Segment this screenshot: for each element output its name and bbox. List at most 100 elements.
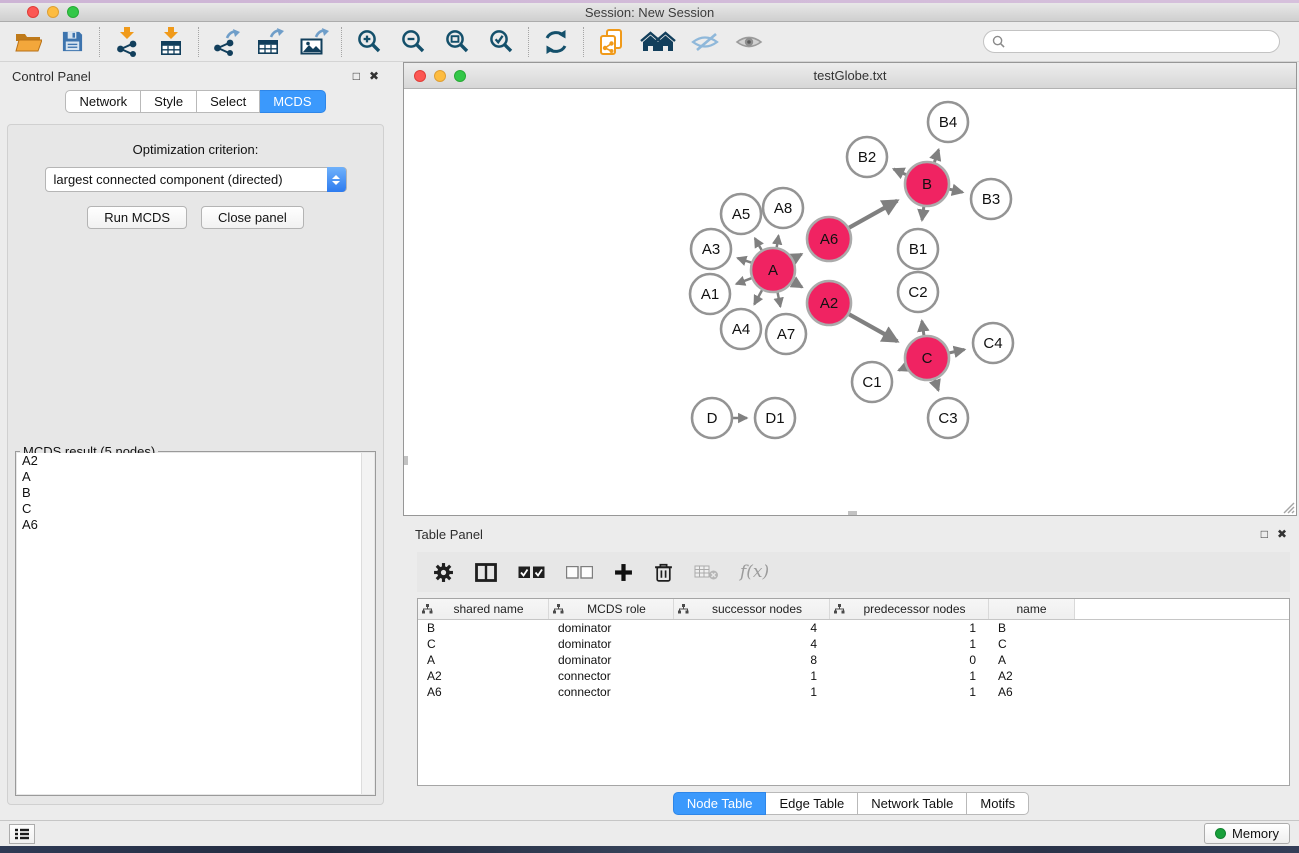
run-mcds-button[interactable]: Run MCDS (87, 206, 187, 229)
home-button[interactable] (637, 25, 679, 59)
graph-node-A4[interactable]: A4 (721, 309, 761, 349)
graph-node-C[interactable]: C (905, 336, 949, 380)
table-row[interactable]: Bdominator41B (418, 620, 1289, 636)
table-cell[interactable]: 1 (830, 637, 989, 651)
export-network-button[interactable] (208, 25, 244, 59)
zoom-selected-button[interactable] (483, 25, 519, 59)
criterion-dropdown[interactable]: largest connected component (directed) (45, 167, 347, 192)
mcds-result-item[interactable]: A2 (17, 453, 374, 469)
column-header-shared-name[interactable]: shared name (418, 599, 549, 619)
mcds-result-item[interactable]: A6 (17, 517, 374, 533)
graph-node-C2[interactable]: C2 (898, 272, 938, 312)
graph-edge-C-C4[interactable] (949, 350, 964, 353)
zoom-window-button[interactable] (67, 6, 79, 18)
tab-network[interactable]: Network (65, 90, 141, 113)
clone-network-button[interactable] (593, 25, 629, 59)
graph-edge-C-C1[interactable] (899, 367, 906, 370)
tab-mcds[interactable]: MCDS (260, 90, 325, 113)
graph-edge-B-B3[interactable] (949, 189, 962, 192)
memory-button[interactable]: Memory (1204, 823, 1290, 844)
show-task-history-button[interactable] (9, 824, 35, 844)
zoom-network-button[interactable] (454, 70, 466, 82)
mcds-result-item[interactable]: A (17, 469, 374, 485)
zoom-in-button[interactable] (351, 25, 387, 59)
graph-edge-A-A1[interactable] (736, 278, 751, 284)
graph-edge-A-A6[interactable] (793, 254, 802, 259)
resize-grip[interactable] (1282, 501, 1295, 514)
minimize-network-button[interactable] (434, 70, 446, 82)
column-header-predecessor-nodes[interactable]: predecessor nodes (830, 599, 989, 619)
table-cell[interactable]: C (418, 637, 549, 651)
result-scrollbar[interactable] (361, 453, 374, 794)
table-cell[interactable]: 1 (674, 685, 830, 699)
table-row[interactable]: A2connector11A2 (418, 668, 1289, 684)
graph-edge-C-C2[interactable] (922, 321, 924, 335)
table-row[interactable]: A6connector11A6 (418, 684, 1289, 700)
search-box[interactable] (983, 30, 1280, 53)
table-cell[interactable]: 1 (830, 685, 989, 699)
settings-gear-button[interactable] (433, 562, 454, 583)
table-cell[interactable]: A2 (989, 669, 1075, 683)
column-header-name[interactable]: name (989, 599, 1075, 619)
table-cell[interactable]: 4 (674, 637, 830, 651)
export-table-button[interactable] (252, 25, 288, 59)
graph-edge-A-A5[interactable] (755, 238, 762, 250)
table-cell[interactable]: 4 (674, 621, 830, 635)
canvas-scroll-marker[interactable] (848, 511, 857, 515)
graph-node-A8[interactable]: A8 (763, 188, 803, 228)
table-cell[interactable]: A6 (418, 685, 549, 699)
table-cell[interactable]: 1 (830, 621, 989, 635)
graph-node-A5[interactable]: A5 (721, 194, 761, 234)
close-panel-button[interactable]: Close panel (201, 206, 304, 229)
table-cell[interactable]: A2 (418, 669, 549, 683)
table-cell[interactable]: A (989, 653, 1075, 667)
graph-node-A1[interactable]: A1 (690, 274, 730, 314)
table-cell[interactable]: B (989, 621, 1075, 635)
open-session-button[interactable] (10, 25, 46, 59)
graph-edge-A-A8[interactable] (777, 236, 779, 248)
tab-style[interactable]: Style (141, 90, 197, 113)
graph-edge-B-B4[interactable] (934, 150, 938, 163)
tab-network-table[interactable]: Network Table (858, 792, 967, 815)
graph-edge-A6-B[interactable] (849, 201, 897, 228)
graph-node-C1[interactable]: C1 (852, 362, 892, 402)
export-image-button[interactable] (296, 25, 332, 59)
network-canvas[interactable]: B4B2BB3B1A5A8A6A3AA1A4A7A2C2CC4C1C3DD1 (404, 89, 1296, 515)
mcds-result-item[interactable]: B (17, 485, 374, 501)
close-panel-icon[interactable]: ✖ (369, 69, 379, 83)
graph-edge-A2-C[interactable] (849, 314, 897, 341)
search-input[interactable] (1010, 34, 1271, 49)
tab-node-table[interactable]: Node Table (673, 792, 767, 815)
graph-edge-B-B2[interactable] (894, 169, 906, 175)
table-cell[interactable]: connector (549, 669, 674, 683)
add-column-button[interactable] (614, 563, 633, 582)
table-row[interactable]: Cdominator41C (418, 636, 1289, 652)
refresh-layout-button[interactable] (538, 25, 574, 59)
graph-node-D1[interactable]: D1 (755, 398, 795, 438)
tab-motifs[interactable]: Motifs (967, 792, 1029, 815)
zoom-fit-button[interactable] (439, 25, 475, 59)
select-all-button[interactable] (518, 566, 545, 579)
table-cell[interactable]: B (418, 621, 549, 635)
deselect-all-button[interactable] (566, 566, 593, 579)
show-graphics-details-button[interactable] (731, 25, 767, 59)
graph-node-B3[interactable]: B3 (971, 179, 1011, 219)
graph-node-B1[interactable]: B1 (898, 229, 938, 269)
tab-select[interactable]: Select (197, 90, 260, 113)
graph-edge-A-A4[interactable] (754, 290, 762, 304)
column-header-mcds-role[interactable]: MCDS role (549, 599, 674, 619)
table-cell[interactable]: 1 (674, 669, 830, 683)
delete-column-button[interactable] (654, 562, 673, 583)
close-network-button[interactable] (414, 70, 426, 82)
table-cell[interactable]: dominator (549, 653, 674, 667)
graph-node-C3[interactable]: C3 (928, 398, 968, 438)
graph-node-A7[interactable]: A7 (766, 314, 806, 354)
table-cell[interactable]: connector (549, 685, 674, 699)
table-cell[interactable]: A (418, 653, 549, 667)
graph-edge-B-B1[interactable] (922, 207, 924, 220)
graph-node-B[interactable]: B (905, 162, 949, 206)
table-cell[interactable]: 1 (830, 669, 989, 683)
table-cell[interactable]: 0 (830, 653, 989, 667)
graph-node-D[interactable]: D (692, 398, 732, 438)
table-cell[interactable]: dominator (549, 637, 674, 651)
